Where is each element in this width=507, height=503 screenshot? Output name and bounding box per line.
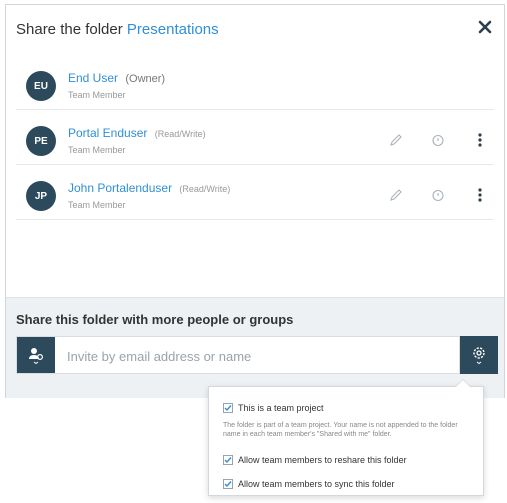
timer-icon[interactable] <box>430 132 446 148</box>
dialog-title: Share the folder Presentations <box>16 21 219 38</box>
member-name: Portal Enduser (Read/Write) <box>68 126 206 140</box>
sync-checkbox[interactable] <box>223 479 233 489</box>
member-permission: (Read/Write) <box>179 184 231 194</box>
avatar: PE <box>26 126 56 156</box>
team-project-description: The folder is part of a team project. Yo… <box>223 422 458 438</box>
member-list: EU End User (Owner) Team Member PE Porta… <box>6 55 504 220</box>
member-actions <box>388 132 488 148</box>
team-project-label: This is a team project <box>238 403 324 413</box>
share-title: Share this folder with more people or gr… <box>16 312 294 327</box>
member-actions <box>388 187 488 203</box>
member-permission: (Owner) <box>125 73 166 85</box>
member-role: Team Member <box>68 200 126 210</box>
reshare-label: Allow team members to reshare this folde… <box>238 455 407 465</box>
member-row: PE Portal Enduser (Read/Write) Team Memb… <box>16 110 494 165</box>
timer-icon[interactable] <box>430 187 446 203</box>
avatar: EU <box>26 71 56 101</box>
member-row: EU End User (Owner) Team Member <box>16 55 494 110</box>
folder-name-link[interactable]: Presentations <box>127 21 219 38</box>
invite-input[interactable] <box>65 337 449 375</box>
gear-icon <box>473 347 485 365</box>
reshare-option[interactable]: Allow team members to reshare this folde… <box>223 455 407 465</box>
sync-label: Allow team members to sync this folder <box>238 479 395 489</box>
member-name: End User (Owner) <box>68 71 165 85</box>
edit-pencil-icon[interactable] <box>388 187 404 203</box>
member-name-text[interactable]: End User <box>68 71 118 85</box>
team-project-checkbox[interactable] <box>223 403 233 413</box>
member-name: John Portalenduser (Read/Write) <box>68 181 230 195</box>
title-prefix: Share the folder <box>16 21 123 38</box>
more-options-icon[interactable] <box>472 187 488 203</box>
edit-pencil-icon[interactable] <box>388 132 404 148</box>
more-options-icon[interactable] <box>472 132 488 148</box>
dialog-header: Share the folder Presentations <box>6 5 504 53</box>
member-role: Team Member <box>68 90 126 100</box>
member-row: JP John Portalenduser (Read/Write) Team … <box>16 165 494 220</box>
add-person-icon[interactable] <box>17 337 55 373</box>
team-project-option[interactable]: This is a team project <box>223 403 324 413</box>
member-role: Team Member <box>68 145 126 155</box>
share-settings-popover: This is a team project The folder is par… <box>208 379 484 496</box>
member-name-text[interactable]: Portal Enduser <box>68 126 147 140</box>
share-folder-dialog: Share the folder Presentations EU End Us… <box>5 4 505 398</box>
invite-field <box>16 336 460 375</box>
share-settings-button[interactable] <box>460 336 498 374</box>
popover-caret <box>455 379 471 387</box>
member-name-text[interactable]: John Portalenduser <box>68 181 172 195</box>
member-permission: (Read/Write) <box>154 129 206 139</box>
sync-option[interactable]: Allow team members to sync this folder <box>223 479 395 489</box>
reshare-checkbox[interactable] <box>223 455 233 465</box>
share-panel: Share this folder with more people or gr… <box>6 297 504 398</box>
avatar: JP <box>26 181 56 211</box>
close-icon[interactable] <box>476 18 494 36</box>
